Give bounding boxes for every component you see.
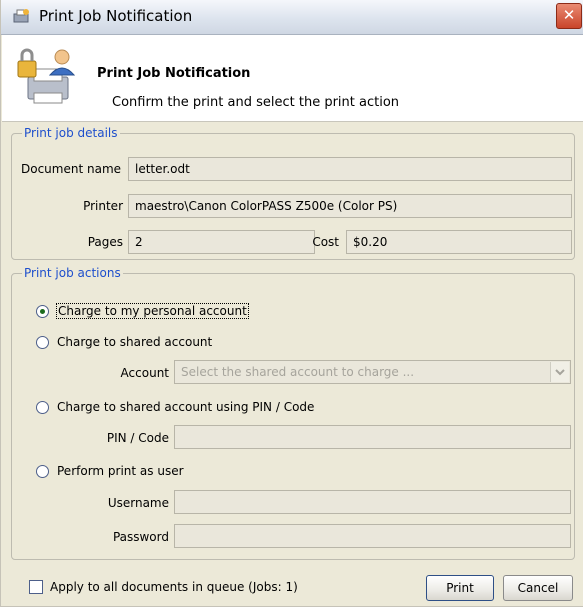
print-button-label: Print xyxy=(446,581,474,595)
username-label: Username xyxy=(107,496,169,510)
header-subtitle: Confirm the print and select the print a… xyxy=(112,95,400,110)
pages-label: Pages xyxy=(87,235,123,249)
window-title: Print Job Notification xyxy=(39,7,193,25)
document-name-label: Document name xyxy=(21,162,122,176)
radio-shared-pin-label[interactable]: Charge to shared account using PIN / Cod… xyxy=(57,400,314,414)
pin-code-input[interactable] xyxy=(174,425,571,449)
cancel-button[interactable]: Cancel xyxy=(503,575,573,601)
print-job-dialog: Print Job Notification ✕ Print Job Notif… xyxy=(0,0,583,607)
apply-all-checkbox-row[interactable]: Apply to all documents in queue (Jobs: 1… xyxy=(29,578,369,598)
printer-field: maestro\Canon ColorPASS Z500e (Color PS) xyxy=(128,194,572,218)
radio-button-print-as-user[interactable] xyxy=(36,465,49,478)
radio-print-as-user-label[interactable]: Perform print as user xyxy=(57,464,184,478)
document-name-value: letter.odt xyxy=(135,162,190,176)
apply-all-label[interactable]: Apply to all documents in queue (Jobs: 1… xyxy=(50,580,298,594)
print-job-actions-title: Print job actions xyxy=(24,266,121,280)
pages-value: 2 xyxy=(135,235,143,249)
printer-label: Printer xyxy=(83,199,123,213)
radio-shared-label[interactable]: Charge to shared account xyxy=(57,335,212,349)
password-input[interactable] xyxy=(174,524,571,548)
radio-button-shared-pin[interactable] xyxy=(36,401,49,414)
username-input[interactable] xyxy=(174,490,571,514)
radio-personal-account[interactable]: Charge to my personal account xyxy=(36,302,276,322)
title-bar[interactable]: Print Job Notification ✕ xyxy=(1,0,583,35)
printer-app-icon xyxy=(11,8,31,26)
printer-value: maestro\Canon ColorPASS Z500e (Color PS) xyxy=(135,199,398,213)
close-button[interactable]: ✕ xyxy=(556,3,582,29)
document-name-field: letter.odt xyxy=(128,157,572,181)
radio-button-personal[interactable] xyxy=(36,305,49,318)
cancel-button-label: Cancel xyxy=(517,581,559,595)
close-icon: ✕ xyxy=(562,6,576,24)
password-label: Password xyxy=(112,530,169,544)
pages-field: 2 xyxy=(128,230,315,254)
pin-code-label: PIN / Code xyxy=(106,431,169,445)
header-title: Print Job Notification xyxy=(97,66,251,81)
printer-lock-user-icon xyxy=(14,45,78,109)
account-select-placeholder: Select the shared account to charge ... xyxy=(181,365,415,379)
radio-print-as-user[interactable]: Perform print as user xyxy=(36,462,236,482)
cost-field: $0.20 xyxy=(346,230,572,254)
account-select[interactable]: Select the shared account to charge ... xyxy=(174,360,571,384)
cost-label: Cost xyxy=(312,235,339,249)
cost-value: $0.20 xyxy=(353,235,388,249)
dialog-header: Print Job Notification Confirm the print… xyxy=(2,35,583,122)
chevron-down-icon[interactable] xyxy=(550,362,569,382)
print-job-details-title: Print job details xyxy=(24,126,118,140)
radio-shared-pin[interactable]: Charge to shared account using PIN / Cod… xyxy=(36,398,366,418)
radio-personal-label[interactable]: Charge to my personal account xyxy=(56,303,249,319)
radio-button-shared[interactable] xyxy=(36,336,49,349)
radio-shared-account[interactable]: Charge to shared account xyxy=(36,333,276,353)
print-button[interactable]: Print xyxy=(426,575,494,601)
account-label: Account xyxy=(120,366,169,380)
apply-all-checkbox[interactable] xyxy=(29,580,43,594)
